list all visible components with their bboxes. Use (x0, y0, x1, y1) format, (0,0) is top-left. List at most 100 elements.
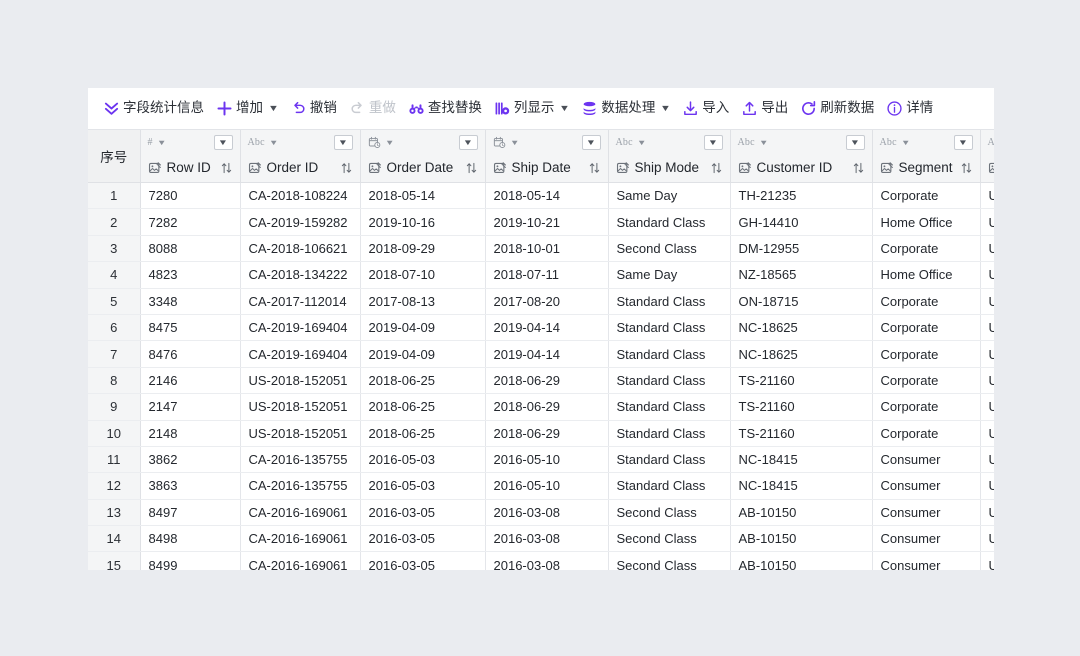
table-cell[interactable]: Home Office (872, 262, 980, 288)
column-filter-button[interactable]: ▼ (954, 135, 973, 150)
table-cell[interactable]: 7282 (140, 209, 240, 235)
table-cell[interactable]: Consumer (872, 446, 980, 472)
table-cell[interactable]: Corporate (872, 367, 980, 393)
column-header-row-id[interactable]: #▼▼Row ID (140, 130, 240, 183)
table-cell[interactable]: 2016-03-08 (485, 552, 608, 570)
table-cell[interactable]: Second Class (608, 526, 730, 552)
toolbar-button-data-processing[interactable]: 数据处理▼ (576, 96, 675, 122)
table-cell[interactable]: Corporate (872, 235, 980, 261)
table-cell[interactable]: U (980, 367, 994, 393)
column-filter-button[interactable]: ▼ (704, 135, 723, 150)
toolbar-button-undo[interactable]: 撤销 (285, 96, 342, 122)
table-cell[interactable]: CA-2017-112014 (240, 288, 360, 314)
table-cell[interactable]: Standard Class (608, 288, 730, 314)
table-cell[interactable]: Standard Class (608, 209, 730, 235)
table-cell[interactable]: Corporate (872, 314, 980, 340)
table-cell[interactable]: NC-18625 (730, 341, 872, 367)
table-cell[interactable]: US-2018-152051 (240, 367, 360, 393)
table-cell[interactable]: Standard Class (608, 446, 730, 472)
table-cell[interactable]: CA-2016-135755 (240, 473, 360, 499)
table-row[interactable]: 158499CA-2016-1690612016-03-052016-03-08… (88, 552, 994, 570)
table-cell[interactable]: NZ-18565 (730, 262, 872, 288)
table-cell[interactable]: US-2018-152051 (240, 394, 360, 420)
table-cell[interactable]: 2018-07-11 (485, 262, 608, 288)
table-cell[interactable]: NC-18625 (730, 314, 872, 340)
table-cell[interactable]: CA-2016-169061 (240, 499, 360, 525)
data-grid-scroll-area[interactable]: 序号#▼▼Row IDAbc▼▼Order ID▼▼Order Date▼▼Sh… (88, 130, 994, 570)
table-cell[interactable]: US-2018-152051 (240, 420, 360, 446)
column-type-menu[interactable]: Abc▼ (616, 138, 646, 148)
table-cell[interactable]: CA-2019-159282 (240, 209, 360, 235)
table-row[interactable]: 148498CA-2016-1690612016-03-052016-03-08… (88, 526, 994, 552)
table-cell[interactable]: 2147 (140, 394, 240, 420)
column-sort-button[interactable] (960, 161, 973, 175)
column-sort-button[interactable] (852, 161, 865, 175)
table-cell[interactable]: 2018-07-10 (360, 262, 485, 288)
column-type-menu[interactable]: #▼ (148, 138, 166, 148)
toolbar-button-import[interactable]: 导入 (677, 96, 734, 122)
table-cell[interactable]: Standard Class (608, 420, 730, 446)
table-cell[interactable]: 8476 (140, 341, 240, 367)
table-cell[interactable]: 7280 (140, 183, 240, 209)
table-cell[interactable]: Corporate (872, 394, 980, 420)
table-cell[interactable]: Consumer (872, 552, 980, 570)
table-cell[interactable]: CA-2016-135755 (240, 446, 360, 472)
table-cell[interactable]: 2017-08-13 (360, 288, 485, 314)
table-cell[interactable]: 2016-03-08 (485, 499, 608, 525)
toolbar-button-add[interactable]: 增加▼ (211, 96, 283, 122)
table-cell[interactable]: 2016-05-03 (360, 473, 485, 499)
column-header-order-date[interactable]: ▼▼Order Date (360, 130, 485, 183)
table-cell[interactable]: U (980, 446, 994, 472)
table-cell[interactable]: 2148 (140, 420, 240, 446)
table-cell[interactable]: 2016-03-05 (360, 526, 485, 552)
table-cell[interactable]: Consumer (872, 499, 980, 525)
column-filter-button[interactable]: ▼ (846, 135, 865, 150)
table-cell[interactable]: 3348 (140, 288, 240, 314)
table-cell[interactable]: 2016-03-05 (360, 552, 485, 570)
column-type-menu[interactable]: Abc▼ (880, 138, 910, 148)
table-cell[interactable]: TH-21235 (730, 183, 872, 209)
table-cell[interactable]: 4823 (140, 262, 240, 288)
column-filter-button[interactable]: ▼ (459, 135, 478, 150)
table-cell[interactable]: Corporate (872, 288, 980, 314)
table-cell[interactable]: TS-21160 (730, 367, 872, 393)
table-cell[interactable]: 3862 (140, 446, 240, 472)
table-cell[interactable]: CA-2016-169061 (240, 526, 360, 552)
table-row[interactable]: 82146US-2018-1520512018-06-252018-06-29S… (88, 367, 994, 393)
table-cell[interactable]: U (980, 262, 994, 288)
table-cell[interactable]: Same Day (608, 262, 730, 288)
column-filter-button[interactable]: ▼ (214, 135, 233, 150)
table-cell[interactable]: U (980, 552, 994, 570)
table-cell[interactable]: Corporate (872, 341, 980, 367)
table-cell[interactable]: 2016-05-10 (485, 473, 608, 499)
column-type-menu[interactable]: ▼ (493, 136, 518, 149)
table-cell[interactable]: AB-10150 (730, 499, 872, 525)
table-row[interactable]: 113862CA-2016-1357552016-05-032016-05-10… (88, 446, 994, 472)
table-cell[interactable]: 2146 (140, 367, 240, 393)
table-cell[interactable]: U (980, 235, 994, 261)
table-cell[interactable]: Consumer (872, 473, 980, 499)
toolbar-button-details[interactable]: 详情 (881, 96, 938, 122)
column-type-menu[interactable]: A▼ (988, 138, 995, 148)
table-row[interactable]: 53348CA-2017-1120142017-08-132017-08-20S… (88, 288, 994, 314)
table-row[interactable]: 138497CA-2016-1690612016-03-052016-03-08… (88, 499, 994, 525)
toolbar-button-field-statistics[interactable]: 字段统计信息 (98, 96, 209, 122)
table-cell[interactable]: U (980, 394, 994, 420)
table-row[interactable]: 27282CA-2019-1592822019-10-162019-10-21S… (88, 209, 994, 235)
table-cell[interactable]: Standard Class (608, 341, 730, 367)
table-cell[interactable]: U (980, 288, 994, 314)
table-cell[interactable]: CA-2018-106621 (240, 235, 360, 261)
table-cell[interactable]: 8499 (140, 552, 240, 570)
column-header-ship-mode[interactable]: Abc▼▼Ship Mode (608, 130, 730, 183)
column-header-ship-date[interactable]: ▼▼Ship Date (485, 130, 608, 183)
table-cell[interactable]: 2019-04-09 (360, 341, 485, 367)
table-row[interactable]: 44823CA-2018-1342222018-07-102018-07-11S… (88, 262, 994, 288)
table-cell[interactable]: Second Class (608, 499, 730, 525)
column-header-a[interactable]: A▼▼A (980, 130, 994, 183)
table-cell[interactable]: U (980, 314, 994, 340)
table-row[interactable]: 78476CA-2019-1694042019-04-092019-04-14S… (88, 341, 994, 367)
table-cell[interactable]: U (980, 183, 994, 209)
table-cell[interactable]: 2018-06-29 (485, 420, 608, 446)
table-cell[interactable]: Standard Class (608, 394, 730, 420)
toolbar-button-refresh-data[interactable]: 刷新数据 (795, 96, 879, 122)
